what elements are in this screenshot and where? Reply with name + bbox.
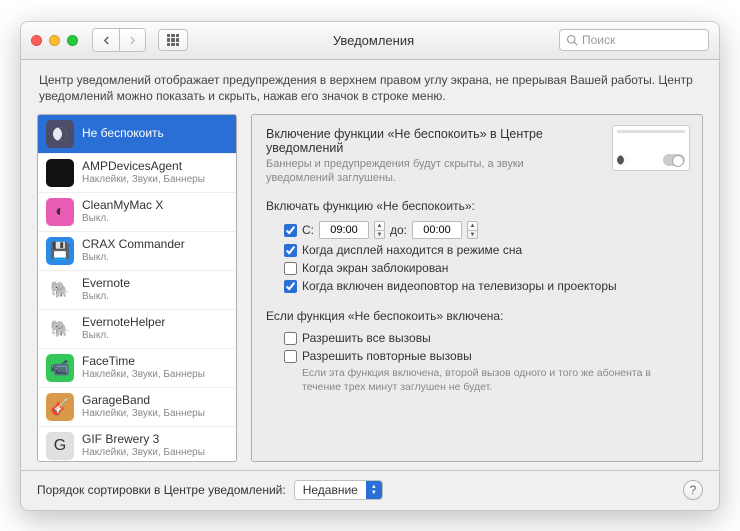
- preferences-window: Уведомления Поиск Центр уведомлений отоб…: [20, 21, 720, 511]
- chevron-up-down-icon: ▲▼: [366, 481, 382, 499]
- sidebar-item[interactable]: Не беспокоить: [38, 115, 236, 154]
- app-icon: 🎸: [46, 393, 74, 421]
- forward-button[interactable]: [119, 29, 145, 51]
- app-icon: [46, 120, 74, 148]
- app-icon: G: [46, 432, 74, 460]
- checkbox-allow-all[interactable]: [284, 332, 297, 345]
- back-button[interactable]: [93, 29, 119, 51]
- moon-icon: [617, 155, 627, 165]
- sidebar-item-label: GIF Brewery 3: [82, 433, 205, 447]
- app-icon: 🐘: [46, 315, 74, 343]
- sort-order-label: Порядок сортировки в Центре уведомлений:: [37, 483, 286, 497]
- close-button[interactable]: [31, 35, 42, 46]
- search-placeholder: Поиск: [582, 33, 615, 47]
- sidebar-item[interactable]: AMPDevicesAgentНаклейки, Звуки, Баннеры: [38, 154, 236, 193]
- detail-panel: Включение функции «Не беспокоить» в Цент…: [251, 114, 703, 462]
- app-icon: ◐: [46, 198, 74, 226]
- opt-allow-all: Разрешить все вызовы: [266, 329, 688, 347]
- search-icon: [566, 34, 578, 46]
- show-all-button[interactable]: [158, 29, 188, 51]
- help-button[interactable]: ?: [683, 480, 703, 500]
- toggle-icon: [663, 154, 685, 166]
- sidebar-item[interactable]: 💾 CRAX CommanderВыкл.: [38, 232, 236, 271]
- page-description: Центр уведомлений отображает предупрежде…: [21, 60, 719, 114]
- enable-section-label: Включать функцию «Не беспокоить»:: [266, 199, 688, 213]
- when-on-section-label: Если функция «Не беспокоить» включена:: [266, 309, 688, 323]
- zoom-button[interactable]: [67, 35, 78, 46]
- sidebar-item-sublabel: Выкл.: [82, 252, 185, 264]
- label-locked: Когда экран заблокирован: [302, 261, 448, 275]
- sidebar-item-sublabel: Выкл.: [82, 330, 165, 342]
- label-allow-repeat: Разрешить повторные вызовы: [302, 349, 472, 363]
- app-icon: 📹: [46, 354, 74, 382]
- sidebar-item[interactable]: 📹 FaceTimeНаклейки, Звуки, Баннеры: [38, 349, 236, 388]
- sidebar-item-sublabel: Выкл.: [82, 213, 163, 225]
- sidebar-item-label: CRAX Commander: [82, 238, 185, 252]
- sidebar-item[interactable]: 🐘 EvernoteВыкл.: [38, 271, 236, 310]
- sidebar-item-sublabel: Наклейки, Звуки, Баннеры: [82, 369, 205, 381]
- sidebar-item[interactable]: 🎸 GarageBandНаклейки, Звуки, Баннеры: [38, 388, 236, 427]
- opt-mirroring: Когда включен видеоповтор на телевизоры …: [266, 277, 688, 295]
- time-prefix: С:: [302, 223, 314, 237]
- window-title: Уведомления: [196, 33, 551, 48]
- label-sleep: Когда дисплей находится в режиме сна: [302, 243, 522, 257]
- titlebar: Уведомления Поиск: [21, 22, 719, 60]
- preview-thumbnail: [612, 125, 690, 171]
- sidebar-item-sublabel: Наклейки, Звуки, Баннеры: [82, 174, 205, 186]
- label-mirror: Когда включен видеоповтор на телевизоры …: [302, 279, 617, 293]
- checkbox-allow-repeat[interactable]: [284, 350, 297, 363]
- sidebar-item[interactable]: 🐘 EvernoteHelperВыкл.: [38, 310, 236, 349]
- minimize-button[interactable]: [49, 35, 60, 46]
- sidebar-item-label: GarageBand: [82, 394, 205, 408]
- time-from-input[interactable]: [319, 221, 369, 239]
- footer: Порядок сортировки в Центре уведомлений:…: [21, 470, 719, 510]
- checkbox-time[interactable]: [284, 224, 297, 237]
- opt-allow-repeat: Разрешить повторные вызовы: [266, 347, 688, 365]
- sidebar-item-label: AMPDevicesAgent: [82, 160, 205, 174]
- time-mid: до:: [390, 223, 407, 237]
- detail-heading: Включение функции «Не беспокоить» в Цент…: [266, 127, 566, 155]
- app-icon: 💾: [46, 237, 74, 265]
- time-to-input[interactable]: [412, 221, 462, 239]
- nav-buttons: [92, 28, 146, 52]
- sidebar-item-label: EvernoteHelper: [82, 316, 165, 330]
- checkbox-sleep[interactable]: [284, 244, 297, 257]
- sort-order-select[interactable]: Недавние ▲▼: [294, 480, 383, 500]
- sidebar-item-label: Не беспокоить: [82, 127, 164, 141]
- app-list[interactable]: Не беспокоитьAMPDevicesAgentНаклейки, Зв…: [37, 114, 237, 462]
- opt-time-range: С: ▲▼ до: ▲▼: [266, 219, 688, 241]
- content-area: Не беспокоитьAMPDevicesAgentНаклейки, Зв…: [21, 114, 719, 470]
- grid-icon: [167, 34, 179, 46]
- opt-display-sleep: Когда дисплей находится в режиме сна: [266, 241, 688, 259]
- time-from-stepper[interactable]: ▲▼: [374, 221, 385, 239]
- allow-repeat-hint: Если эта функция включена, второй вызов …: [266, 367, 688, 393]
- sidebar-item-sublabel: Наклейки, Звуки, Баннеры: [82, 408, 205, 420]
- detail-subheading: Баннеры и предупреждения будут скрыты, а…: [266, 158, 586, 186]
- app-icon: 🐘: [46, 276, 74, 304]
- sidebar-item-label: CleanMyMac X: [82, 199, 163, 213]
- search-input[interactable]: Поиск: [559, 29, 709, 51]
- opt-screen-locked: Когда экран заблокирован: [266, 259, 688, 277]
- sidebar-item-label: Evernote: [82, 277, 130, 291]
- sidebar-item-label: FaceTime: [82, 355, 205, 369]
- sidebar-item-sublabel: Наклейки, Звуки, Баннеры: [82, 447, 205, 459]
- time-to-stepper[interactable]: ▲▼: [467, 221, 478, 239]
- sort-order-value: Недавние: [303, 483, 366, 497]
- checkbox-locked[interactable]: [284, 262, 297, 275]
- sidebar-item[interactable]: G GIF Brewery 3Наклейки, Звуки, Баннеры: [38, 427, 236, 462]
- app-icon: [46, 159, 74, 187]
- sidebar-item[interactable]: ◐ CleanMyMac XВыкл.: [38, 193, 236, 232]
- checkbox-mirror[interactable]: [284, 280, 297, 293]
- sidebar-item-sublabel: Выкл.: [82, 291, 130, 303]
- window-controls: [31, 35, 78, 46]
- label-allow-all: Разрешить все вызовы: [302, 331, 431, 345]
